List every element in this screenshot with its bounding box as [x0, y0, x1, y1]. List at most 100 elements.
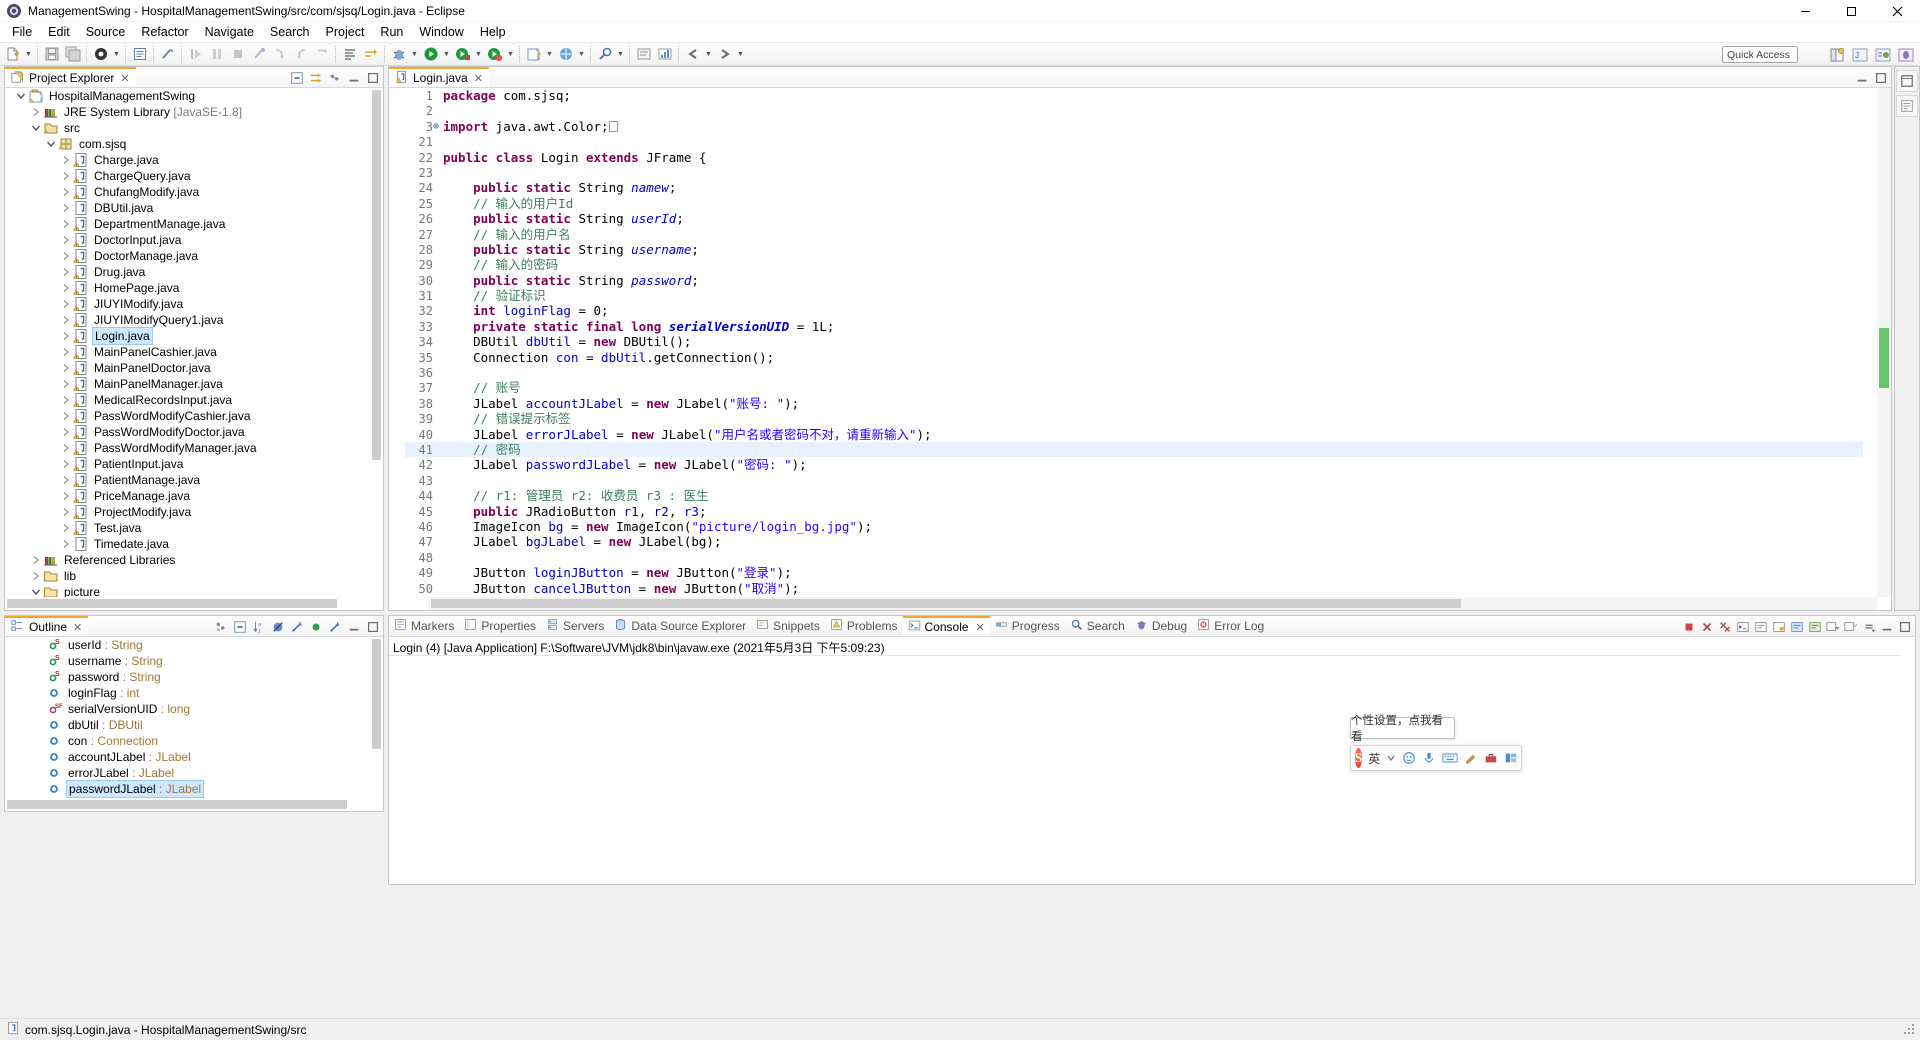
minimize-view-icon[interactable] — [1854, 70, 1870, 86]
outline-item[interactable]: SuserId : String — [5, 637, 383, 653]
chevron-right-icon[interactable] — [58, 363, 73, 373]
tab-problems[interactable]: Problems — [825, 616, 903, 636]
new-java-class-icon[interactable] — [129, 44, 150, 65]
search-dropdown-icon[interactable]: ▼ — [615, 44, 626, 65]
code-line[interactable]: 28 public static String username; — [405, 242, 1863, 257]
tree-item[interactable]: Test.java — [5, 520, 383, 536]
code-line[interactable]: 24 public static String namew; — [405, 180, 1863, 195]
code-line[interactable]: 49 JButton loginJButton = new JButton("登… — [405, 565, 1863, 580]
scroll-thumb[interactable] — [372, 639, 381, 749]
chevron-right-icon[interactable] — [58, 427, 73, 437]
hide-local-icon[interactable]: L — [327, 619, 343, 635]
code-line[interactable]: 2 — [405, 103, 1863, 118]
tree-item[interactable]: PriceManage.java — [5, 488, 383, 504]
maximize-view-icon[interactable] — [365, 619, 381, 635]
tree-item[interactable]: JRE System Library [JavaSE-1.8] — [5, 104, 383, 120]
run-history-icon[interactable] — [452, 44, 473, 65]
scroll-thumb[interactable] — [7, 800, 347, 809]
code-line[interactable]: 46 ImageIcon bg = new ImageIcon("picture… — [405, 519, 1863, 534]
code-line[interactable]: 45 public JRadioButton r1, r2, r3; — [405, 504, 1863, 519]
tree-item[interactable]: DBUtil.java — [5, 200, 383, 216]
chevron-right-icon[interactable] — [58, 379, 73, 389]
fold-expand-icon[interactable]: ⊕ — [433, 119, 439, 134]
chevron-right-icon[interactable] — [58, 299, 73, 309]
terminate-icon[interactable] — [1681, 619, 1697, 635]
tab-snippets[interactable]: Snippets — [751, 616, 825, 636]
chevron-right-icon[interactable] — [28, 107, 43, 117]
terminate-icon[interactable] — [227, 44, 248, 65]
outline-item[interactable]: errorJLabel : JLabel — [5, 765, 383, 781]
code-line[interactable]: 38 JLabel accountJLabel = new JLabel("账号… — [405, 396, 1863, 411]
coverage-icon[interactable] — [484, 44, 505, 65]
hide-non-public-icon[interactable] — [308, 619, 324, 635]
code-line[interactable]: 21 — [405, 134, 1863, 149]
close-icon[interactable]: ✕ — [120, 72, 129, 85]
new-java-project-icon[interactable] — [523, 44, 544, 65]
code-line[interactable]: 29 // 输入的密码 — [405, 257, 1863, 272]
tab-search[interactable]: Search — [1065, 616, 1130, 636]
open-console-dropdown-icon[interactable] — [1825, 619, 1841, 635]
chevron-down-icon[interactable] — [28, 123, 43, 133]
link-with-editor-icon[interactable] — [308, 70, 324, 86]
new-wizard-icon[interactable] — [2, 44, 23, 65]
tree-item[interactable]: lib — [5, 568, 383, 584]
chevron-right-icon[interactable] — [58, 443, 73, 453]
menu-navigate[interactable]: Navigate — [197, 23, 262, 41]
tree-item[interactable]: ChargeQuery.java — [5, 168, 383, 184]
tab-properties[interactable]: Properties — [459, 616, 541, 636]
code-line[interactable]: 26 public static String userId; — [405, 211, 1863, 226]
close-icon[interactable]: ✕ — [474, 72, 483, 85]
chevron-right-icon[interactable] — [58, 235, 73, 245]
tree-item[interactable]: JIUYIModifyQuery1.java — [5, 312, 383, 328]
display-selected-console-icon[interactable] — [1789, 619, 1805, 635]
chevron-right-icon[interactable] — [58, 539, 73, 549]
new-console-view-icon[interactable] — [1843, 619, 1859, 635]
close-button[interactable] — [1874, 0, 1920, 22]
outline-item[interactable]: passwordJLabel : JLabel — [5, 781, 383, 797]
outline-item[interactable]: loginFlag : int — [5, 685, 383, 701]
tree-item[interactable]: DoctorManage.java — [5, 248, 383, 264]
quick-access-input[interactable]: Quick Access — [1722, 46, 1798, 63]
skip-breakpoints-icon[interactable] — [339, 44, 360, 65]
step-return-icon[interactable] — [290, 44, 311, 65]
project-explorer-hscrollbar[interactable] — [5, 597, 370, 610]
chevron-down-icon[interactable] — [28, 587, 43, 597]
view-menu-icon[interactable] — [327, 70, 343, 86]
voice-input-icon[interactable] — [1422, 751, 1436, 765]
run-history-dropdown-icon[interactable]: ▼ — [473, 44, 484, 65]
project-explorer-vscrollbar[interactable] — [370, 88, 383, 610]
save-all-icon[interactable] — [62, 44, 83, 65]
run-icon[interactable] — [420, 44, 441, 65]
step-into-icon[interactable] — [269, 44, 290, 65]
task-list-icon[interactable] — [1896, 95, 1918, 117]
scroll-thumb[interactable] — [7, 599, 337, 608]
focus-on-active-task-icon[interactable] — [213, 619, 229, 635]
chevron-right-icon[interactable] — [58, 459, 73, 469]
tab-progress[interactable]: Progress — [990, 616, 1065, 636]
minimize-view-icon[interactable] — [1879, 619, 1895, 635]
maximize-view-icon[interactable] — [1873, 70, 1889, 86]
chevron-right-icon[interactable] — [58, 219, 73, 229]
tree-item[interactable]: Referenced Libraries — [5, 552, 383, 568]
save-icon[interactable] — [41, 44, 62, 65]
chevron-right-icon[interactable] — [58, 187, 73, 197]
chevron-down-icon[interactable] — [1386, 753, 1396, 763]
outline-hscrollbar[interactable] — [5, 798, 370, 811]
tree-item[interactable]: ProjectModify.java — [5, 504, 383, 520]
chevron-right-icon[interactable] — [58, 347, 73, 357]
pin-icon[interactable] — [1771, 619, 1787, 635]
menu-search[interactable]: Search — [262, 23, 318, 41]
code-line[interactable]: 48 — [405, 550, 1863, 565]
toolbox-icon[interactable] — [1484, 751, 1498, 765]
chevron-right-icon[interactable] — [58, 283, 73, 293]
collapse-all-icon[interactable] — [289, 70, 305, 86]
chevron-right-icon[interactable] — [58, 315, 73, 325]
debug-icon[interactable] — [388, 44, 409, 65]
chevron-right-icon[interactable] — [58, 251, 73, 261]
code-line[interactable]: 41 // 密码 — [405, 442, 1863, 457]
code-line[interactable]: 39 // 错误提示标签 — [405, 411, 1863, 426]
sogou-logo-icon[interactable]: S — [1355, 748, 1362, 768]
ime-tip-bubble[interactable]: 个性设置，点我看看 — [1350, 717, 1455, 739]
chevron-right-icon[interactable] — [58, 507, 73, 517]
tree-item[interactable]: PatientInput.java — [5, 456, 383, 472]
